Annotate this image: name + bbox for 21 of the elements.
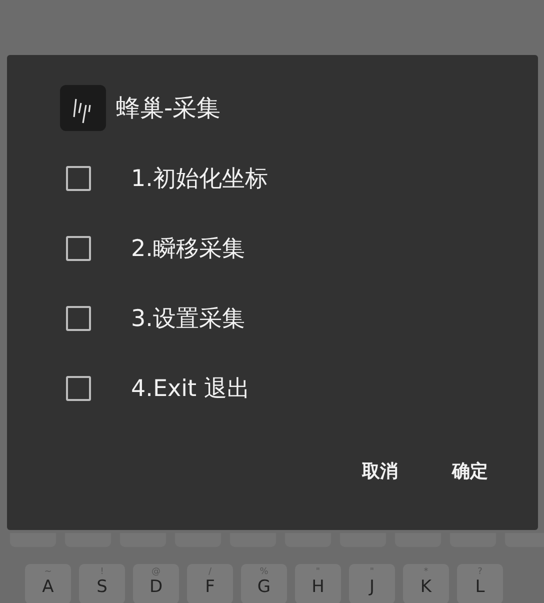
option-label[interactable]: 2.瞬移采集 (131, 232, 245, 264)
keyboard-key[interactable]: " J (349, 564, 395, 603)
option-label[interactable]: 4.Exit 退出 (131, 372, 250, 404)
keyboard-key[interactable]: " H (295, 564, 341, 603)
dialog-title: 蜂巢-采集 (116, 93, 221, 124)
checkbox[interactable] (66, 376, 91, 400)
keyboard-key[interactable]: ! S (79, 564, 125, 603)
keyboard-key[interactable]: ~ A (25, 564, 71, 603)
dialog-button[interactable]: 确定 (440, 451, 500, 491)
app-icon (60, 85, 106, 131)
dialog-button[interactable]: 取消 (350, 451, 410, 491)
keyboard-key[interactable]: ? L (457, 564, 503, 603)
option-label[interactable]: 1.初始化坐标 (131, 162, 268, 194)
option-label[interactable]: 3.设置采集 (131, 302, 245, 334)
checkbox[interactable] (66, 236, 91, 260)
checkbox[interactable] (66, 166, 91, 190)
keyboard-key[interactable]: / F (187, 564, 233, 603)
keyboard-key[interactable]: % G (241, 564, 287, 603)
keyboard-key[interactable]: @ D (133, 564, 179, 603)
checkbox[interactable] (66, 306, 91, 330)
keyboard-key[interactable]: * K (403, 564, 449, 603)
